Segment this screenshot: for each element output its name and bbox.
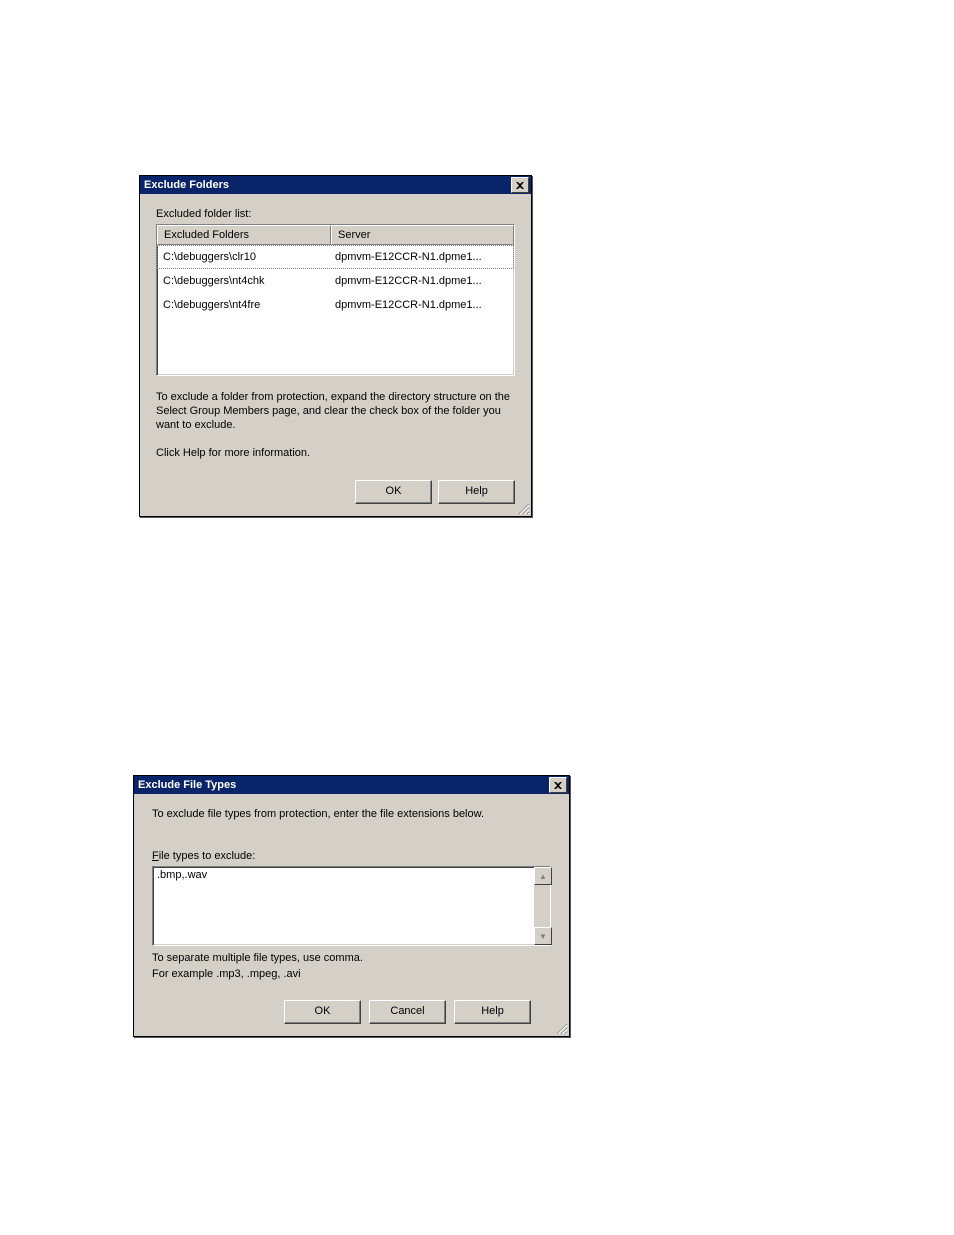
- dialog-title: Exclude Folders: [144, 176, 229, 194]
- cancel-button[interactable]: Cancel: [369, 1000, 446, 1024]
- button-row: OK Cancel Help: [152, 1000, 551, 1030]
- close-button[interactable]: [511, 177, 529, 193]
- scrollbar: ▲ ▼: [534, 867, 550, 945]
- listview-header: Excluded Folders Server: [157, 225, 514, 245]
- hint-line-1: To separate multiple file types, use com…: [152, 952, 551, 964]
- table-row[interactable]: C:\debuggers\clr10 dpmvm-E12CCR-N1.dpme1…: [157, 245, 514, 269]
- instruction-text: To exclude a folder from protection, exp…: [156, 390, 515, 432]
- column-excluded-folders[interactable]: Excluded Folders: [157, 225, 331, 245]
- cell-folder: C:\debuggers\nt4fre: [157, 299, 329, 311]
- table-row[interactable]: C:\debuggers\nt4fre dpmvm-E12CCR-N1.dpme…: [157, 293, 514, 317]
- file-types-label: File types to exclude:: [152, 850, 551, 862]
- label-rest: ile types to exclude:: [159, 850, 256, 862]
- titlebar[interactable]: Exclude Folders: [140, 176, 531, 194]
- list-label: Excluded folder list:: [156, 208, 515, 220]
- resize-grip[interactable]: [516, 501, 530, 515]
- ok-button[interactable]: OK: [284, 1000, 361, 1024]
- cell-server: dpmvm-E12CCR-N1.dpme1...: [329, 275, 514, 287]
- column-server[interactable]: Server: [331, 225, 514, 245]
- dialog-title: Exclude File Types: [138, 776, 236, 794]
- scroll-up-button[interactable]: ▲: [534, 867, 552, 885]
- cell-folder: C:\debuggers\nt4chk: [157, 275, 329, 287]
- listview-rows: C:\debuggers\clr10 dpmvm-E12CCR-N1.dpme1…: [157, 245, 514, 317]
- accelerator-letter: F: [152, 850, 159, 862]
- resize-grip[interactable]: [554, 1021, 568, 1035]
- exclude-file-types-dialog: Exclude File Types To exclude file types…: [133, 775, 570, 1037]
- file-types-input[interactable]: .bmp,.wav ▲ ▼: [152, 866, 551, 946]
- cell-folder: C:\debuggers\clr10: [157, 251, 329, 263]
- client-area: Excluded folder list: Excluded Folders S…: [140, 194, 531, 516]
- cell-server: dpmvm-E12CCR-N1.dpme1...: [329, 251, 514, 263]
- button-row: OK Help: [156, 480, 515, 510]
- ok-button[interactable]: OK: [355, 480, 432, 504]
- titlebar[interactable]: Exclude File Types: [134, 776, 569, 794]
- hint-line-2: For example .mp3, .mpeg, .avi: [152, 968, 551, 980]
- help-hint-text: Click Help for more information.: [156, 446, 515, 460]
- cell-server: dpmvm-E12CCR-N1.dpme1...: [329, 299, 514, 311]
- file-types-value[interactable]: .bmp,.wav: [153, 867, 534, 945]
- close-button[interactable]: [549, 777, 567, 793]
- table-row[interactable]: C:\debuggers\nt4chk dpmvm-E12CCR-N1.dpme…: [157, 269, 514, 293]
- help-button[interactable]: Help: [438, 480, 515, 504]
- help-button[interactable]: Help: [454, 1000, 531, 1024]
- scroll-down-button[interactable]: ▼: [534, 927, 552, 945]
- exclude-folders-dialog: Exclude Folders Excluded folder list: Ex…: [139, 175, 532, 517]
- intro-text: To exclude file types from protection, e…: [152, 808, 551, 820]
- excluded-folders-listview[interactable]: Excluded Folders Server C:\debuggers\clr…: [156, 224, 515, 376]
- client-area: To exclude file types from protection, e…: [134, 794, 569, 1036]
